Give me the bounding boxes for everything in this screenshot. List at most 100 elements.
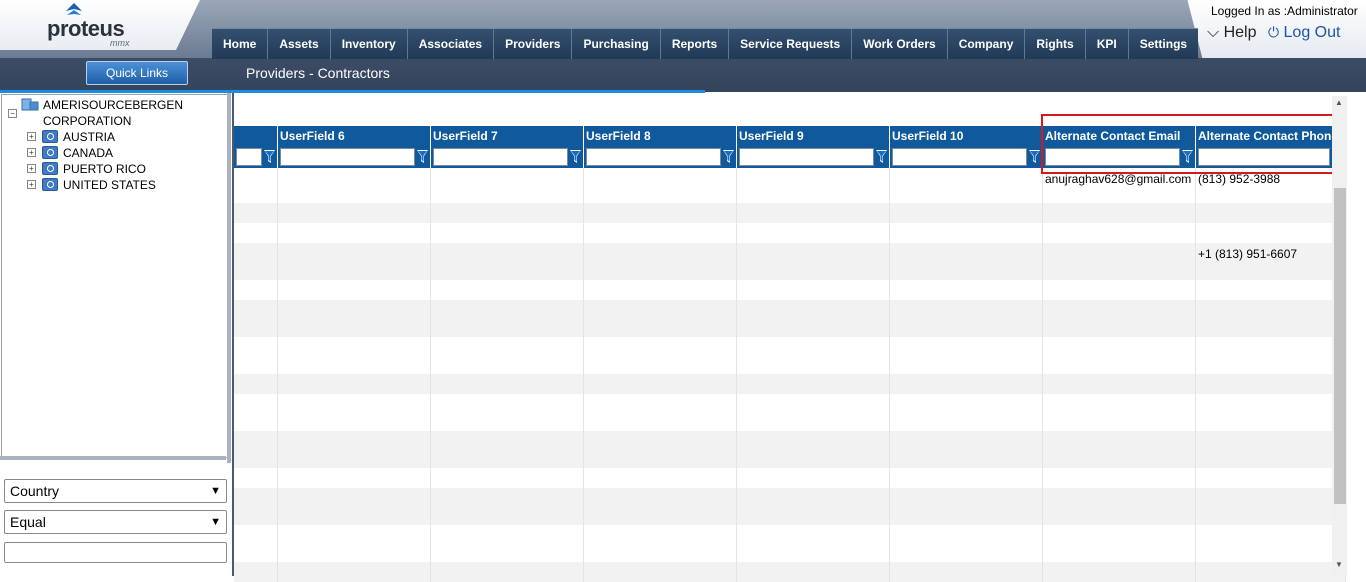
table-row[interactable] [234, 374, 1346, 394]
filter-input-userfield-9[interactable] [739, 148, 874, 166]
column-header-userfield-6[interactable]: UserField 6 [278, 126, 431, 146]
table-cell [1196, 525, 1346, 562]
filter-input-userfield-10[interactable] [892, 148, 1027, 166]
expand-icon[interactable]: + [27, 180, 36, 189]
table-row[interactable] [234, 488, 1346, 525]
table-row[interactable] [234, 300, 1346, 337]
help-menu[interactable]: ⌵ Help [1207, 24, 1257, 42]
column-header-userfield-10[interactable]: UserField 10 [890, 126, 1043, 146]
filter-funnel-icon[interactable] [264, 150, 275, 163]
nav-settings[interactable]: Settings [1129, 29, 1198, 59]
column-filter [737, 146, 890, 168]
scroll-up-icon[interactable]: ▲ [1335, 98, 1343, 107]
table-cell [890, 223, 1043, 243]
filter-input-userfield-8[interactable] [586, 148, 721, 166]
table-cell [278, 488, 431, 525]
table-cell [1196, 374, 1346, 394]
nav-company[interactable]: Company [948, 29, 1026, 59]
tree-item-united-states[interactable]: UNITED STATES [63, 178, 156, 192]
column-header-userfield-8[interactable]: UserField 8 [584, 126, 737, 146]
tree-root-label[interactable]: AMERISOURCEBERGEN [43, 98, 183, 112]
column-header-userfield-7[interactable]: UserField 7 [431, 126, 584, 146]
table-cell [1043, 525, 1196, 562]
nav-service-requests[interactable]: Service Requests [729, 29, 853, 59]
table-cell [431, 468, 584, 488]
quick-links-button[interactable]: Quick Links [86, 61, 188, 85]
nav-inventory[interactable]: Inventory [331, 29, 408, 59]
table-row[interactable] [234, 562, 1346, 582]
table-cell [584, 337, 737, 374]
table-cell [1196, 203, 1346, 223]
table-row[interactable] [234, 468, 1346, 488]
globe-icon [42, 162, 58, 175]
table-cell [1196, 280, 1346, 300]
tree-item-canada[interactable]: CANADA [63, 146, 113, 160]
table-cell [431, 431, 584, 468]
table-cell [737, 431, 890, 468]
filter-funnel-icon[interactable] [417, 150, 428, 163]
expand-icon[interactable]: + [27, 132, 36, 141]
globe-icon [42, 130, 58, 143]
nav-providers[interactable]: Providers [494, 29, 573, 59]
corporation-icon [21, 98, 39, 111]
table-cell [234, 203, 278, 223]
table-cell [890, 562, 1043, 582]
filter-value-input[interactable] [4, 542, 227, 563]
table-cell [1196, 223, 1346, 243]
power-icon: ⏻ [1268, 24, 1280, 40]
column-filter [278, 146, 431, 168]
table-row[interactable] [234, 394, 1346, 431]
table-row[interactable] [234, 337, 1346, 374]
table-row[interactable] [234, 280, 1346, 300]
table-cell [234, 374, 278, 394]
table-row[interactable]: +1 (813) 951-6607 [234, 243, 1346, 280]
nav-rights[interactable]: Rights [1025, 29, 1086, 59]
filter-funnel-icon[interactable] [723, 150, 734, 163]
tree-item-austria[interactable]: AUSTRIA [63, 130, 115, 144]
filter-input-userfield-7[interactable] [433, 148, 568, 166]
column-header-userfield-9[interactable]: UserField 9 [737, 126, 890, 146]
filter-funnel-icon[interactable] [1029, 150, 1040, 163]
table-cell [1043, 374, 1196, 394]
scrollbar-thumb[interactable] [1334, 188, 1346, 504]
table-cell [737, 394, 890, 431]
scroll-down-icon[interactable]: ▼ [1335, 560, 1343, 569]
table-cell [890, 300, 1043, 337]
table-cell [737, 468, 890, 488]
table-cell [584, 243, 737, 280]
table-cell [278, 431, 431, 468]
nav-assets[interactable]: Assets [268, 29, 331, 59]
filter-field-select[interactable]: Country ▼ [4, 479, 227, 503]
tree-item-puerto-rico[interactable]: PUERTO RICO [63, 162, 146, 176]
table-row[interactable] [234, 431, 1346, 468]
chevron-down-icon: ▼ [210, 485, 221, 497]
table-cell [1196, 488, 1346, 525]
nav-work-orders[interactable]: Work Orders [852, 29, 948, 59]
location-tree: − AMERISOURCEBERGEN CORPORATION + AUSTRI… [1, 94, 229, 458]
nav-purchasing[interactable]: Purchasing [572, 29, 661, 59]
nav-kpi[interactable]: KPI [1086, 29, 1129, 59]
logout-link[interactable]: ⏻ Log Out [1268, 24, 1340, 42]
collapse-icon[interactable]: − [8, 109, 17, 118]
panel-splitter-vertical[interactable] [227, 93, 231, 463]
filter-input[interactable] [236, 148, 262, 166]
table-cell [431, 488, 584, 525]
table-cell [431, 223, 584, 243]
filter-funnel-icon[interactable] [570, 150, 581, 163]
nav-reports[interactable]: Reports [661, 29, 730, 59]
nav-home[interactable]: Home [212, 29, 269, 59]
expand-icon[interactable]: + [27, 148, 36, 157]
filter-input-userfield-6[interactable] [280, 148, 415, 166]
globe-icon [42, 146, 58, 159]
table-row[interactable] [234, 223, 1346, 243]
nav-associates[interactable]: Associates [408, 29, 495, 59]
filter-operator-select[interactable]: Equal ▼ [4, 510, 227, 534]
filter-funnel-icon[interactable] [876, 150, 887, 163]
column-header[interactable] [234, 126, 278, 146]
table-row[interactable] [234, 525, 1346, 562]
panel-splitter-horizontal[interactable] [0, 456, 226, 460]
expand-icon[interactable]: + [27, 164, 36, 173]
tree-root-label-2[interactable]: CORPORATION [43, 114, 131, 128]
table-row[interactable] [234, 203, 1346, 223]
table-cell [1043, 300, 1196, 337]
